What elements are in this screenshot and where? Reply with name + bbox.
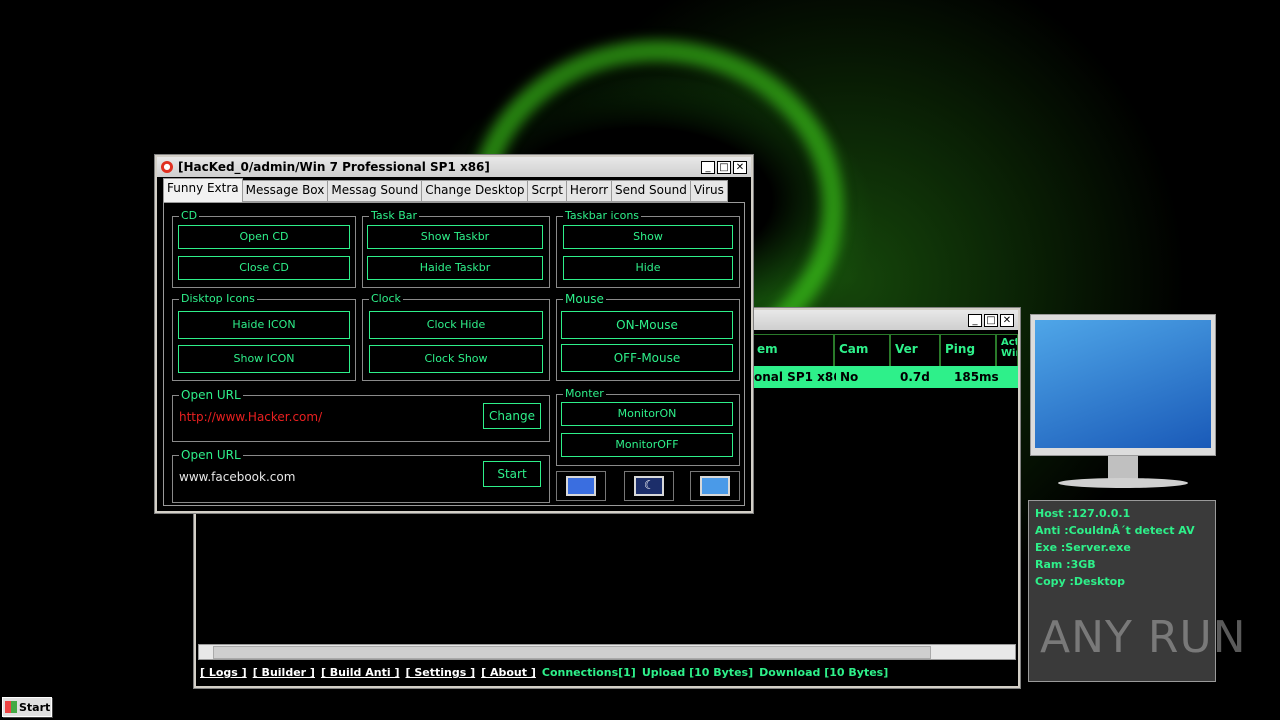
start-url-button[interactable]: Start [483, 461, 541, 487]
show-taskbar-button[interactable]: Show Taskbr [367, 225, 543, 249]
tab-scrpt[interactable]: Scrpt [527, 180, 567, 202]
col-active-window[interactable]: Acti Win [996, 334, 1018, 370]
taskbar-icons-group: Taskbar icons Show Hide [556, 209, 740, 288]
funny-extra-panel: CD Open CD Close CD Task Bar Show Taskbr… [163, 202, 745, 506]
tab-virus[interactable]: Virus [689, 180, 728, 202]
open-url-group-1: Open URL http://www.Hacker.com/ Change [172, 388, 550, 442]
mouse-on-button[interactable]: ON-Mouse [561, 311, 733, 339]
table-row[interactable]: onal SP1 x86 No 0.7d 185ms [752, 366, 1018, 388]
tab-change-desktop[interactable]: Change Desktop [421, 180, 529, 202]
tab-messag-sound[interactable]: Messag Sound [327, 180, 423, 202]
horizontal-scrollbar[interactable] [198, 644, 1016, 660]
col-ver[interactable]: Ver [890, 334, 940, 370]
open-url-label-2: Open URL [179, 448, 243, 462]
tab-send-sound[interactable]: Send Sound [611, 180, 691, 202]
desktop-icons-group-label: Disktop Icons [179, 292, 257, 305]
desktop-icons-group: Disktop Icons Haide ICON Show ICON [172, 292, 356, 381]
taskbar-icons-group-label: Taskbar icons [563, 209, 642, 222]
display-settings-button[interactable] [556, 471, 606, 501]
tab-herorr[interactable]: Herorr [565, 180, 612, 202]
close-button[interactable]: ✕ [733, 160, 747, 174]
info-ram: Ram :3GB [1035, 558, 1096, 571]
taskbar-group: Task Bar Show Taskbr Haide Taskbr [362, 209, 550, 288]
info-anti: Anti :CouldnÂ´t detect AV [1035, 524, 1195, 537]
start-label: Start [19, 700, 51, 714]
url-field-2[interactable]: www.facebook.com [179, 470, 295, 484]
open-url-label-1: Open URL [179, 388, 243, 402]
monitor-group-label: Monter [563, 387, 606, 400]
monitor-wake-icon [700, 476, 730, 496]
mouse-group: Mouse ON-Mouse OFF-Mouse [556, 292, 740, 381]
monitor-sleep-icon: ☾ [634, 476, 664, 496]
app-icon: ● [161, 161, 173, 173]
clock-group-label: Clock [369, 292, 403, 305]
cell-ver: 0.7d [900, 370, 930, 384]
cd-group: CD Open CD Close CD [172, 209, 356, 288]
monitor-group: Monter MonitorON MonitorOFF [556, 387, 740, 466]
anyrun-watermark: ANY RUN [1040, 612, 1247, 663]
hide-taskbar-button[interactable]: Haide Taskbr [367, 256, 543, 280]
tab-funny-extra[interactable]: Funny Extra [163, 178, 243, 202]
hide-taskbar-icons-button[interactable]: Hide [563, 256, 733, 280]
build-anti-link[interactable]: [ Build Anti ] [321, 666, 400, 682]
col-cam[interactable]: Cam [834, 334, 890, 370]
info-exe: Exe :Server.exe [1035, 541, 1131, 554]
connections-count: Connections[1] [541, 666, 636, 679]
tab-strip: Funny Extra Message Box Messag Sound Cha… [163, 178, 728, 202]
col-ping[interactable]: Ping [940, 334, 996, 370]
close-button[interactable]: ✕ [1000, 313, 1014, 327]
clients-table-header: em Cam Ver Ping Acti Win [752, 334, 1018, 370]
preview-monitor-screen [1030, 314, 1216, 456]
col-system[interactable]: em [752, 334, 834, 370]
maximize-button[interactable]: □ [717, 160, 731, 174]
client-desktop-preview [1030, 314, 1216, 492]
upload-bytes: Upload [10 Bytes] [641, 666, 754, 679]
start-button[interactable]: Start [2, 697, 52, 717]
window-title: [HacKed_0/admin/Win 7 Professional SP1 x… [178, 160, 490, 174]
taskbar-group-label: Task Bar [369, 209, 420, 222]
clock-group: Clock Clock Hide Clock Show [362, 292, 550, 381]
builder-link[interactable]: [ Builder ] [253, 666, 315, 682]
change-url-button[interactable]: Change [483, 403, 541, 429]
monitor-base [1058, 478, 1188, 488]
download-bytes: Download [10 Bytes] [759, 666, 889, 679]
show-desktop-icons-button[interactable]: Show ICON [178, 345, 350, 373]
cd-group-label: CD [179, 209, 200, 222]
maximize-button[interactable]: □ [984, 313, 998, 327]
clock-show-button[interactable]: Clock Show [369, 345, 543, 373]
logs-link[interactable]: [ Logs ] [200, 666, 247, 682]
mouse-off-button[interactable]: OFF-Mouse [561, 344, 733, 372]
cell-cam: No [840, 370, 859, 384]
monitor-on-button[interactable]: MonitorON [561, 402, 733, 426]
status-bar: [ Logs ] [ Builder ] [ Build Anti ] [ Se… [200, 666, 888, 682]
monitor-stand [1108, 456, 1138, 480]
close-cd-button[interactable]: Close CD [178, 256, 350, 280]
open-cd-button[interactable]: Open CD [178, 225, 350, 249]
info-host: Host :127.0.0.1 [1035, 507, 1131, 520]
minimize-button[interactable]: _ [701, 160, 715, 174]
about-link[interactable]: [ About ] [481, 666, 536, 682]
cell-ping: 185ms [954, 370, 999, 384]
monitor-settings-icon [566, 476, 596, 496]
monitor-wake-button[interactable] [690, 471, 740, 501]
tab-message-box[interactable]: Message Box [241, 180, 329, 202]
cell-system: onal SP1 x86 [754, 370, 836, 384]
scrollbar-thumb[interactable] [213, 646, 931, 659]
preview-desktop-image [1035, 320, 1211, 448]
open-url-group-2: Open URL www.facebook.com Start [172, 448, 550, 503]
hide-desktop-icons-button[interactable]: Haide ICON [178, 311, 350, 339]
minimize-button[interactable]: _ [968, 313, 982, 327]
show-taskbar-icons-button[interactable]: Show [563, 225, 733, 249]
monitor-off-button[interactable]: MonitorOFF [561, 433, 733, 457]
client-control-window: ● [HacKed_0/admin/Win 7 Professional SP1… [155, 155, 753, 513]
windows-logo-icon [5, 701, 17, 713]
window-titlebar: ● [HacKed_0/admin/Win 7 Professional SP1… [157, 157, 751, 177]
info-copy: Copy :Desktop [1035, 575, 1126, 588]
monitor-sleep-button[interactable]: ☾ [624, 471, 674, 501]
url-field-1[interactable]: http://www.Hacker.com/ [179, 410, 322, 424]
settings-link[interactable]: [ Settings ] [405, 666, 475, 682]
mouse-group-label: Mouse [563, 292, 606, 306]
clock-hide-button[interactable]: Clock Hide [369, 311, 543, 339]
